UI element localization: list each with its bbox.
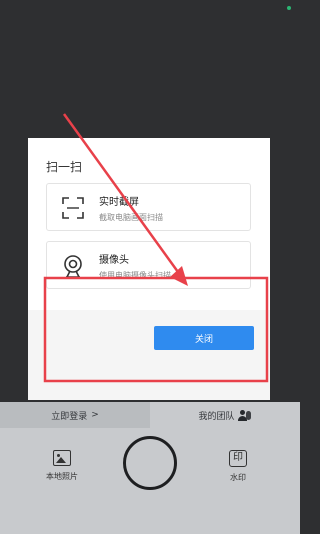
login-label: 立即登录 [51,411,88,422]
chevron-right-icon: > [91,410,99,420]
team-icon [237,409,252,421]
option-camera-title: 摄像头 [99,255,129,266]
option-screen-title: 实时截屏 [99,197,139,208]
my-team-label: 我的团队 [198,411,235,422]
my-team-tab[interactable]: 我的团队 [150,402,300,428]
dialog-title: 扫一扫 [46,160,83,174]
close-button[interactable]: 关闭 [154,326,254,350]
watermark-stamp-icon: 印 [229,450,247,467]
login-tab[interactable]: 立即登录 > [0,402,150,428]
dialog-footer: 关闭 [28,310,270,400]
option-screen-description: 截取电脑画面扫描 [99,213,163,222]
option-screen-capture[interactable]: 实时截屏 截取电脑画面扫描 [46,183,251,231]
scan-dialog: 扫一扫 实时截屏 截取电脑画面扫描 摄像头 使用电脑摄像头扫描 关闭 [28,138,270,400]
option-camera[interactable]: 摄像头 使用电脑摄像头扫描 [46,241,251,289]
local-photos-label: 本地照片 [46,472,78,481]
webcam-icon [64,255,82,278]
scan-frame-icon [62,197,84,219]
option-camera-description: 使用电脑摄像头扫描 [99,271,171,280]
bottom-tabs: 立即登录 > 我的团队 [0,402,300,428]
local-photos-button[interactable]: 本地照片 [40,450,84,482]
watermark-button[interactable]: 印 水印 [220,450,256,483]
photo-icon [53,450,71,466]
shutter-button[interactable] [123,436,177,490]
status-indicator-dot [287,6,291,10]
watermark-label: 水印 [230,473,246,482]
